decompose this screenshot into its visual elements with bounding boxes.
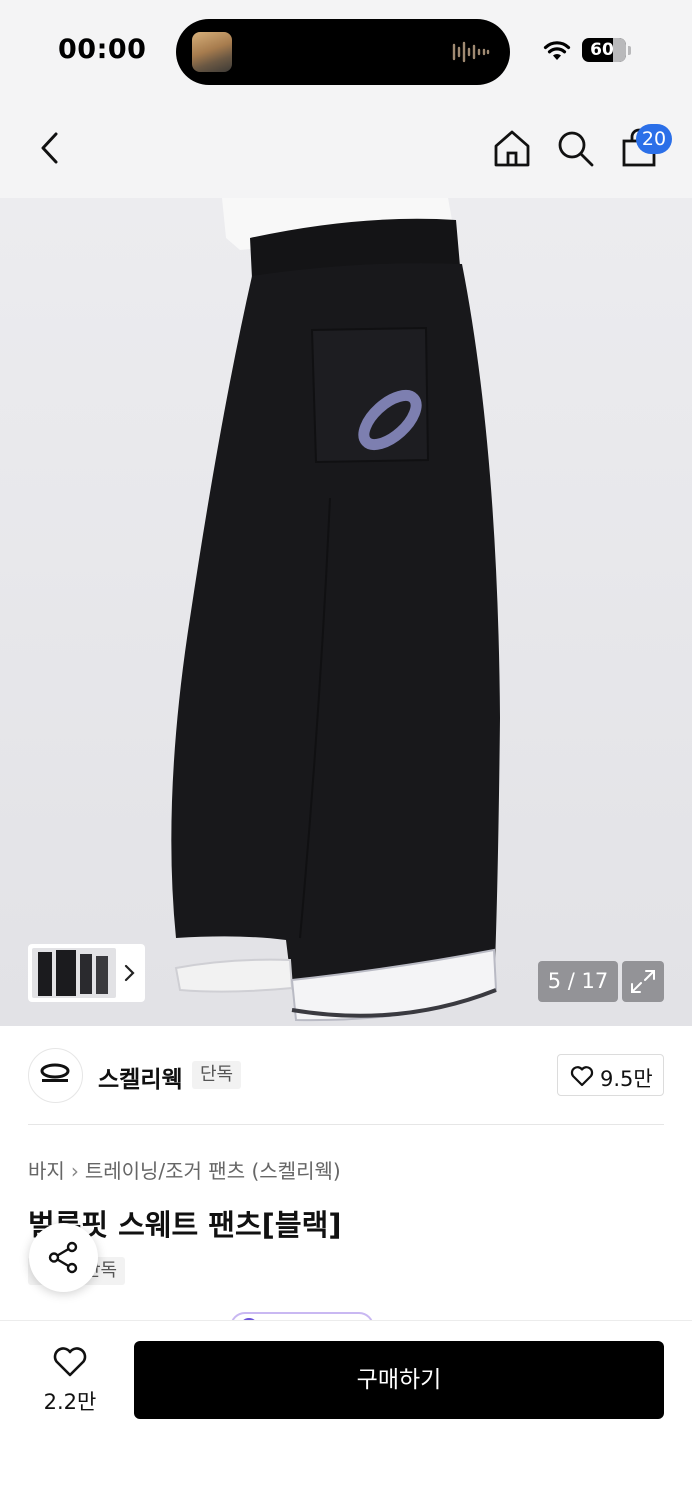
status-time: 00:00 [58, 34, 147, 65]
chevron-right-icon: › [70, 1159, 79, 1183]
brand-like-button[interactable]: 9.5만 [557, 1054, 664, 1096]
battery-cap [628, 46, 631, 55]
image-counter: 5 / 17 [538, 961, 618, 1002]
like-heart-icon[interactable] [52, 1346, 88, 1378]
brand-name[interactable]: 스켈리웩 [98, 1060, 183, 1094]
search-icon[interactable] [553, 126, 597, 170]
back-arrow-icon[interactable] [28, 126, 72, 170]
product-photo [0, 198, 692, 1026]
battery-level: 60 [590, 40, 614, 60]
dynamic-island[interactable] [176, 19, 510, 85]
brand-like-count: 9.5만 [600, 1067, 653, 1091]
expand-icon[interactable] [622, 961, 664, 1002]
buy-button[interactable]: 구매하기 [134, 1341, 664, 1419]
brand-exclusive-badge: 단독 [192, 1061, 242, 1089]
breadcrumb-item-category[interactable]: 바지 [28, 1159, 65, 1183]
share-button[interactable] [29, 1223, 98, 1292]
divider [28, 1124, 664, 1125]
music-art-icon [192, 32, 232, 72]
breadcrumb-item-subcategory[interactable]: 트레이닝/조거 팬츠 (스켈리웩) [85, 1159, 341, 1183]
thumbnail-strip[interactable] [28, 944, 145, 1002]
heart-icon [570, 1066, 594, 1087]
battery-icon: 60 [582, 38, 626, 62]
like-count: 2.2만 [43, 1390, 97, 1414]
wifi-icon [543, 41, 571, 60]
thumbnail-next-icon[interactable] [120, 958, 140, 988]
brand-logo-icon[interactable] [28, 1048, 83, 1103]
product-image[interactable] [0, 198, 692, 1026]
nav-bar [0, 100, 692, 198]
audio-wave-icon [452, 41, 490, 63]
cart-count-badge: 20 [636, 124, 672, 154]
breadcrumb: 바지 › 트레이닝/조거 팬츠 (스켈리웩) [28, 1155, 341, 1184]
share-icon [48, 1241, 78, 1274]
thumbnail-image[interactable] [32, 948, 116, 998]
home-icon[interactable] [490, 126, 534, 170]
status-bar: 00:00 60 [0, 0, 692, 100]
